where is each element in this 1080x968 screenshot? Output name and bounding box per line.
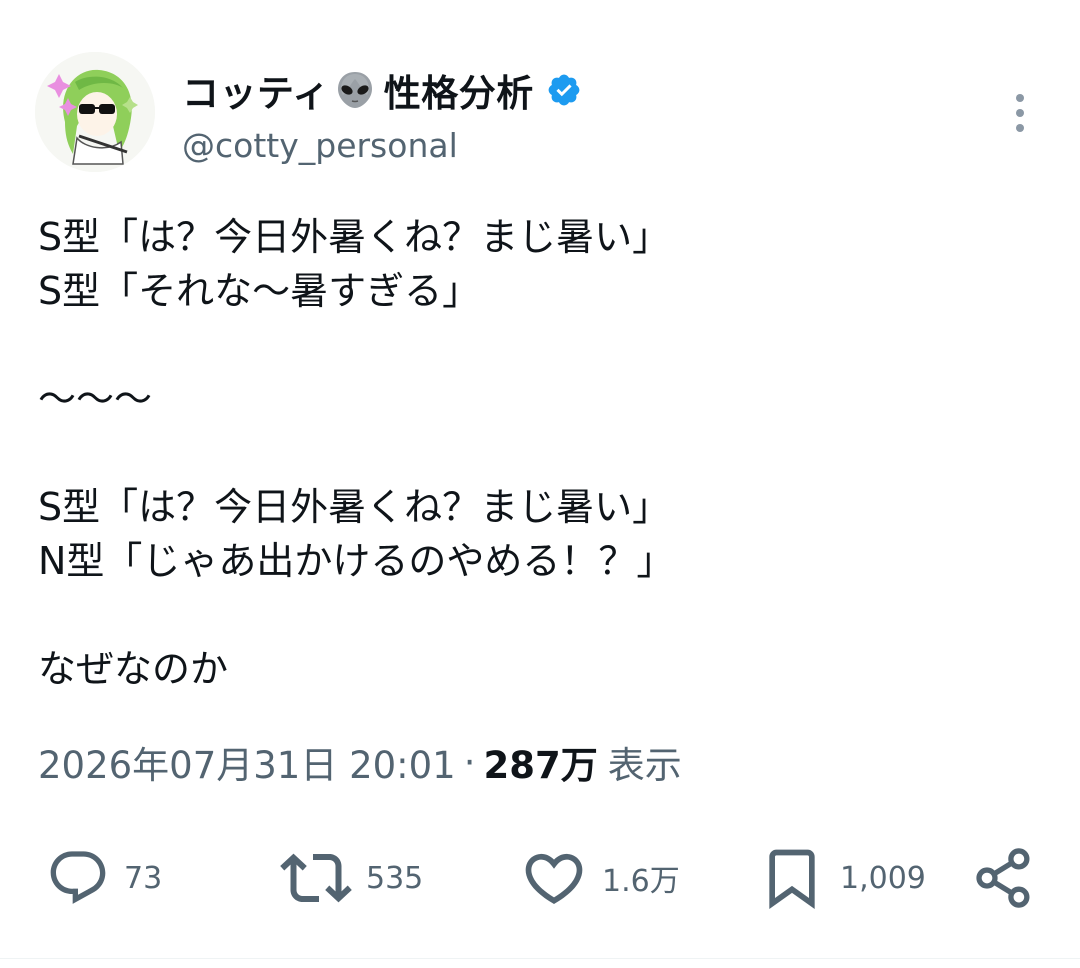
bookmark-count: 1,009 — [840, 860, 926, 896]
tweet-meta: 2026年07月31日 20:01 · 287万 表示 — [38, 733, 682, 791]
reply-icon — [50, 851, 106, 904]
display-name[interactable]: コッティ — [182, 63, 330, 117]
bookmark-button[interactable]: 1,009 — [758, 840, 926, 916]
more-dot-icon — [1016, 124, 1024, 132]
more-options-button[interactable] — [1000, 88, 1040, 138]
tweet-line — [38, 426, 1048, 480]
views-label[interactable]: 表示 — [608, 735, 682, 789]
share-icon — [976, 848, 1030, 908]
action-bar: 73 535 1.6万 1,009 — [0, 840, 1080, 916]
bookmark-icon — [769, 849, 815, 909]
retweet-icon — [280, 853, 352, 903]
tweet-line: なぜなのか — [38, 647, 229, 691]
timestamp[interactable]: 2026年07月31日 20:01 — [38, 735, 456, 789]
reply-count: 73 — [124, 860, 163, 896]
tweet-line: S型「は？今日外暑くね？まじ暑い」 — [38, 485, 671, 529]
avatar[interactable] — [35, 52, 155, 172]
retweet-count: 535 — [366, 860, 424, 896]
meta-separator: · — [463, 740, 476, 784]
tweet-text: S型「は？今日外暑くね？まじ暑い」 S型「それな〜暑すぎる」 〜〜〜 S型「は？… — [38, 210, 1048, 696]
tweet-line — [38, 588, 1048, 642]
tweet-line: N型「じゃあ出かけるのやめる！？」 — [38, 539, 675, 583]
author-handle[interactable]: @cotty_personal — [182, 126, 458, 165]
like-button[interactable]: 1.6万 — [520, 840, 680, 916]
tweet-line: S型「それな〜暑すぎる」 — [38, 269, 481, 313]
more-dot-icon — [1016, 94, 1024, 102]
avatar-illustration — [35, 52, 155, 172]
more-dot-icon — [1016, 109, 1024, 117]
display-name-suffix[interactable]: 性格分析 — [384, 63, 534, 117]
share-button[interactable] — [970, 840, 1038, 916]
alien-icon — [334, 69, 376, 111]
retweet-button[interactable]: 535 — [280, 840, 423, 916]
author-name-row[interactable]: コッティ 性格分析 — [182, 62, 582, 118]
reply-button[interactable]: 73 — [46, 840, 162, 916]
tweet-detail: コッティ 性格分析 @cotty_personal S型「は？今日外暑くね？まじ… — [0, 0, 1080, 968]
views-count[interactable]: 287万 — [483, 735, 597, 789]
like-count: 1.6万 — [602, 864, 680, 899]
tweet-line — [38, 318, 1048, 372]
tweet-line: 〜〜〜 — [38, 377, 153, 421]
tweet-line: S型「は？今日外暑くね？まじ暑い」 — [38, 215, 671, 259]
bottom-divider — [0, 958, 1080, 959]
heart-icon — [525, 853, 583, 904]
verified-badge-icon[interactable] — [546, 72, 582, 108]
